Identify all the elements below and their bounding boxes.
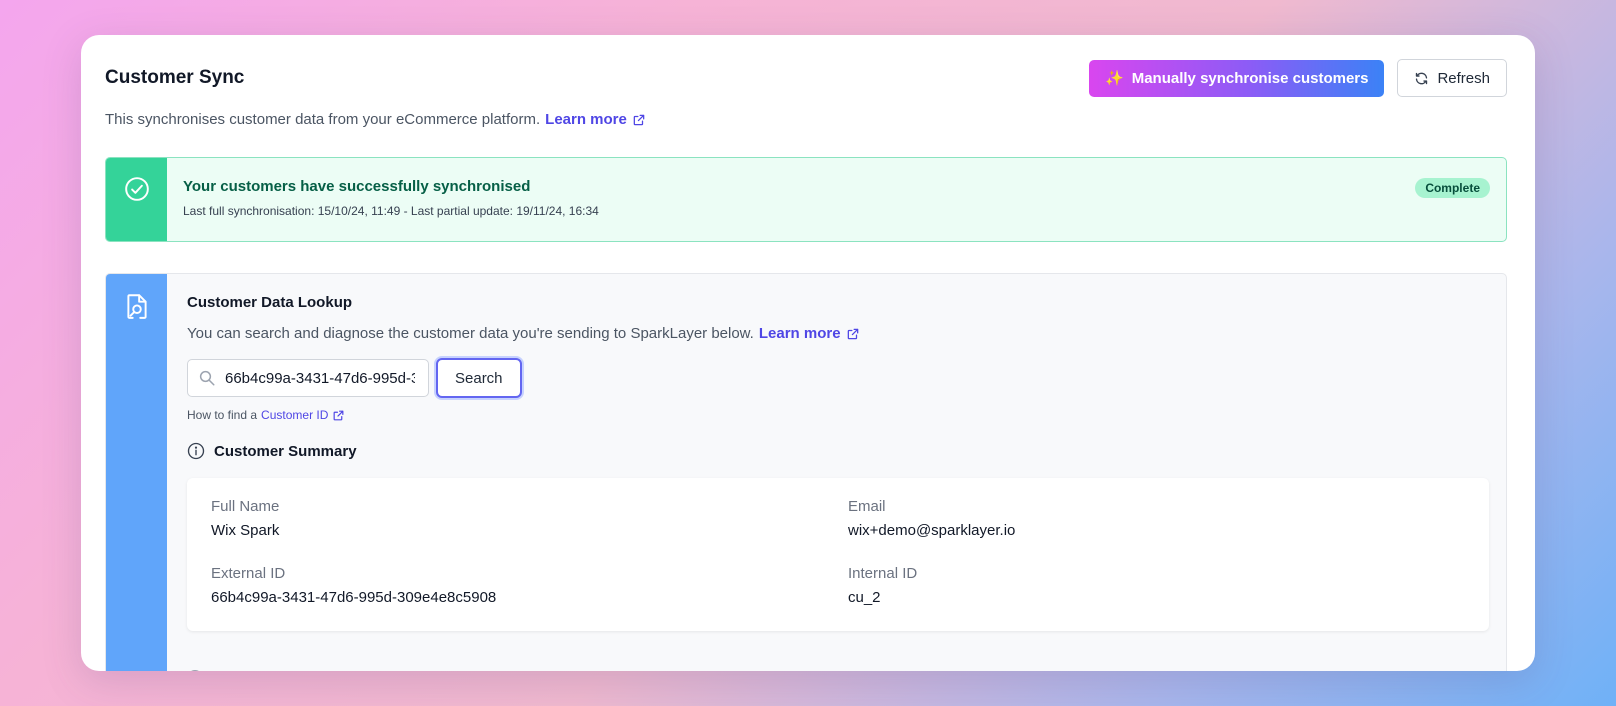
lookup-learn-more-link[interactable]: Learn more: [759, 325, 860, 342]
status-title: Your customers have successfully synchro…: [183, 178, 531, 195]
subtitle-text: This synchronises customer data from you…: [105, 111, 541, 128]
status-badge: Complete: [1415, 178, 1490, 198]
field-value: cu_2: [848, 588, 881, 606]
search-box: [187, 359, 429, 397]
customer-id-help-label: Customer ID: [261, 408, 329, 422]
field-label: Full Name: [211, 498, 280, 515]
sync-status-panel: Your customers have successfully synchro…: [105, 157, 1507, 242]
field-external-id: External ID 66b4c99a-3431-47d6-995d-309e…: [211, 565, 828, 612]
field-label: Internal ID: [848, 564, 918, 582]
search-row: Search: [187, 358, 1489, 398]
field-full-name: Full Name Wix Spark: [211, 498, 828, 545]
refresh-button-label: Refresh: [1437, 69, 1490, 87]
customer-sync-card: Customer Sync ✨ Manually synchronise cus…: [81, 35, 1535, 671]
partially-visible-icon: [187, 670, 203, 671]
field-internal-id: Internal ID cu_2: [848, 565, 1465, 612]
customer-id-help-link[interactable]: Customer ID: [261, 408, 345, 422]
info-icon: [187, 442, 205, 460]
customer-summary-title: Customer Summary: [214, 442, 357, 460]
lookup-description-text: You can search and diagnose the customer…: [187, 325, 754, 342]
learn-more-label: Learn more: [545, 111, 627, 128]
external-link-icon: [632, 113, 646, 127]
check-circle-icon: [124, 176, 150, 241]
status-meta: Last full synchronisation: 15/10/24, 11:…: [183, 204, 599, 218]
search-document-icon: [124, 292, 150, 671]
page-title: Customer Sync: [105, 67, 245, 88]
field-label: Email: [848, 498, 886, 515]
field-email: Email wix+demo@sparklayer.io: [848, 498, 1465, 545]
refresh-button[interactable]: Refresh: [1397, 59, 1507, 97]
customer-data-lookup-panel: Customer Data Lookup You can search and …: [105, 273, 1507, 671]
search-icon: [198, 369, 216, 387]
header-actions: ✨ Manually synchronise customers Refresh: [1089, 59, 1507, 97]
learn-more-link[interactable]: Learn more: [545, 111, 646, 128]
manually-synchronise-button[interactable]: ✨ Manually synchronise customers: [1089, 59, 1385, 97]
lookup-title: Customer Data Lookup: [187, 294, 353, 311]
help-prefix: How to find a: [187, 408, 258, 422]
customer-id-search-input[interactable]: [225, 369, 415, 387]
field-value: Wix Spark: [211, 522, 280, 539]
sparkles-icon: ✨: [1105, 70, 1124, 87]
status-body: Your customers have successfully synchro…: [167, 158, 1506, 241]
status-side-strip: [106, 158, 167, 241]
external-link-icon: [332, 409, 345, 422]
external-link-icon: [846, 327, 860, 341]
page-subtitle: This synchronises customer data from you…: [105, 111, 646, 128]
header: Customer Sync ✨ Manually synchronise cus…: [105, 59, 1507, 97]
search-button[interactable]: Search: [436, 358, 522, 398]
lookup-body: Customer Data Lookup You can search and …: [167, 274, 1506, 671]
lookup-description: You can search and diagnose the customer…: [187, 325, 1489, 342]
lookup-side-strip: [106, 274, 167, 671]
sync-button-label: Manually synchronise customers: [1131, 69, 1369, 87]
help-text: How to find a Customer ID: [187, 408, 1489, 422]
lookup-learn-more-label: Learn more: [758, 325, 841, 342]
field-value: wix+demo@sparklayer.io: [848, 522, 1016, 539]
field-value: 66b4c99a-3431-47d6-995d-309e4e8c5908: [211, 588, 497, 606]
customer-summary-card: Full Name Wix Spark Email wix+demo@spark…: [187, 478, 1489, 631]
field-label: External ID: [211, 564, 286, 582]
refresh-icon: [1414, 71, 1429, 86]
customer-summary-heading: Customer Summary: [187, 442, 1489, 460]
